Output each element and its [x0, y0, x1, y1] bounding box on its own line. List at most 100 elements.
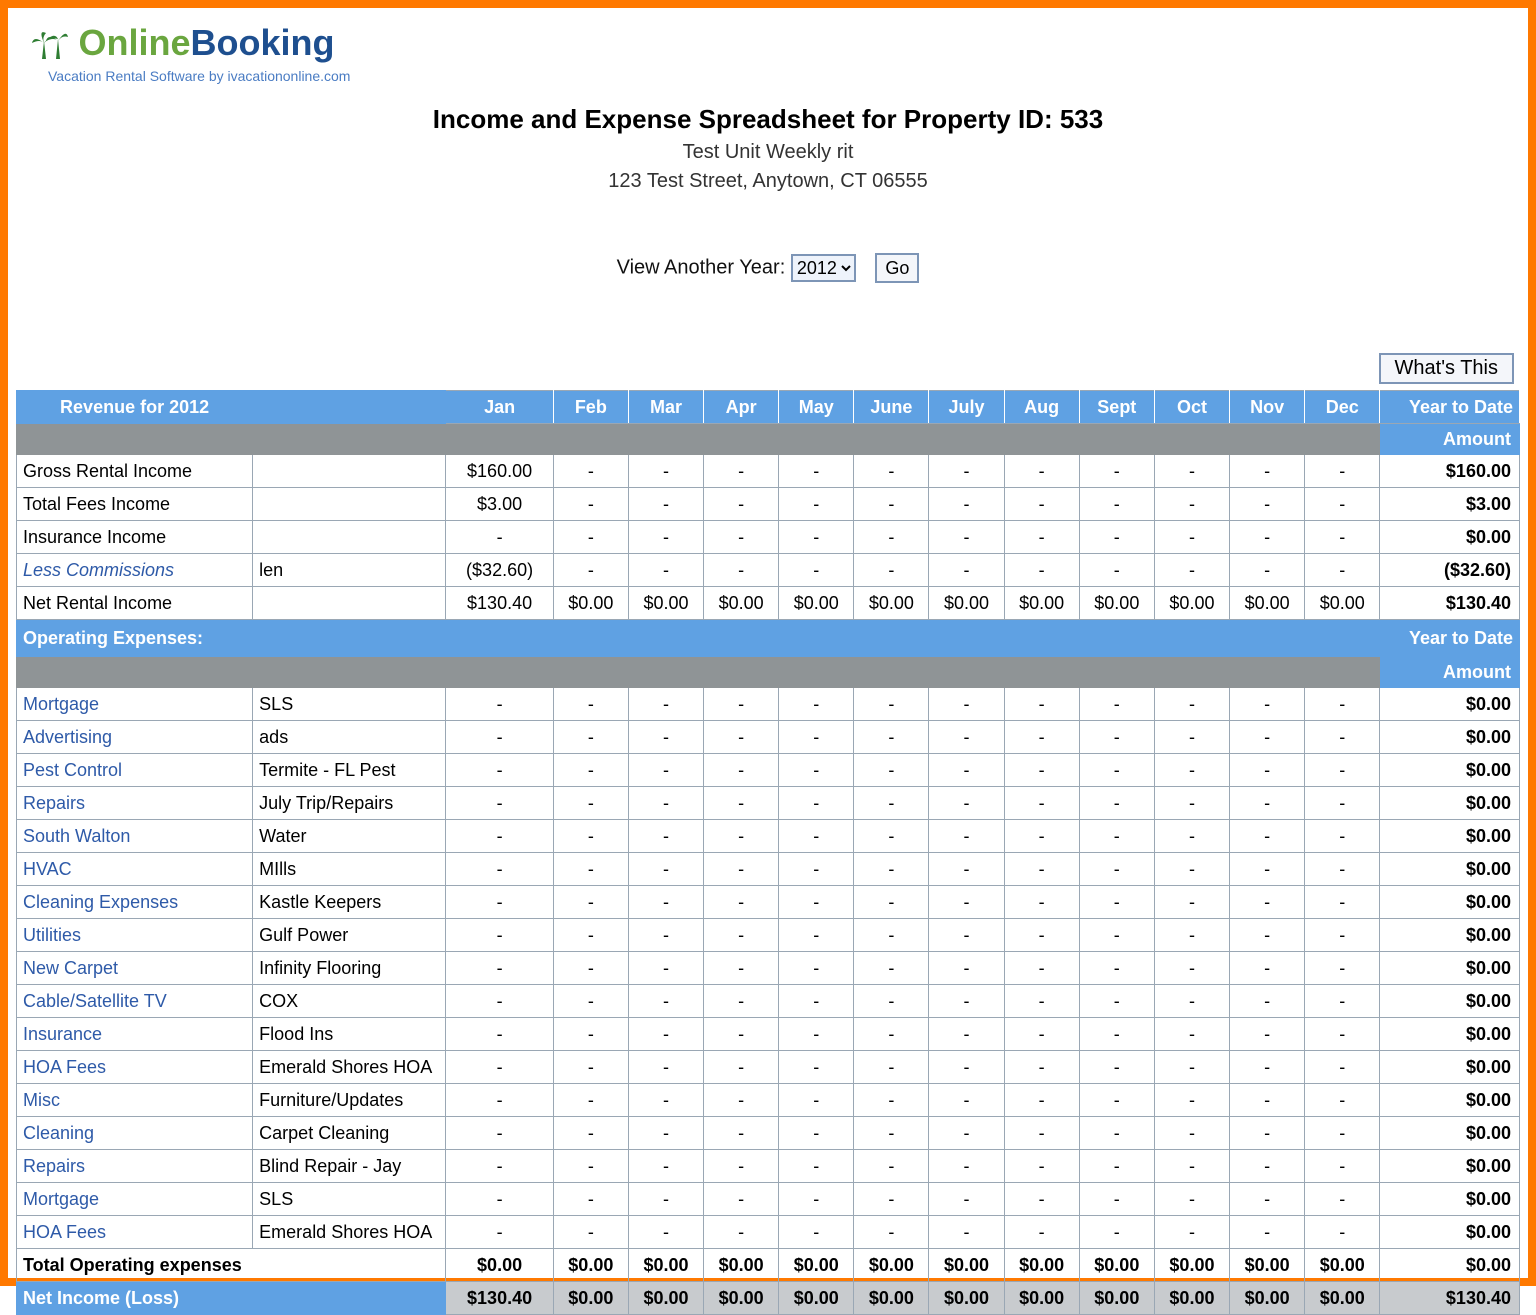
vendor-cell: len: [253, 554, 446, 587]
spacer: [628, 424, 703, 455]
month-header: Feb: [553, 391, 628, 424]
value-cell: -: [1079, 1051, 1154, 1084]
value-cell: -: [854, 1084, 929, 1117]
total-value: $0.00: [1230, 1249, 1305, 1282]
expense-category-link[interactable]: New Carpet: [17, 952, 253, 985]
value-cell: -: [1154, 488, 1229, 521]
value-cell: -: [854, 754, 929, 787]
value-cell: $0.00: [553, 587, 628, 620]
expense-category-link[interactable]: HVAC: [17, 853, 253, 886]
net-value: $0.00: [1154, 1282, 1229, 1315]
expense-category-link[interactable]: Advertising: [17, 721, 253, 754]
whats-this-button[interactable]: What's This: [1379, 353, 1514, 384]
logo: OnlineBooking Vacation Rental Software b…: [30, 22, 1520, 84]
blank: [253, 391, 446, 424]
value-cell: -: [1079, 521, 1154, 554]
value-cell: -: [1079, 952, 1154, 985]
value-cell: -: [704, 688, 779, 721]
value-cell: -: [553, 488, 628, 521]
spacer: [779, 424, 854, 455]
value-cell: -: [779, 952, 854, 985]
value-cell: -: [1154, 1084, 1229, 1117]
ytd-cell: $0.00: [1380, 952, 1520, 985]
value-cell: -: [1230, 820, 1305, 853]
value-cell: -: [704, 1183, 779, 1216]
value-cell: -: [446, 1183, 553, 1216]
vendor-cell: SLS: [253, 688, 446, 721]
value-cell: -: [929, 688, 1004, 721]
value-cell: -: [704, 721, 779, 754]
value-cell: -: [779, 1117, 854, 1150]
value-cell: -: [1305, 455, 1380, 488]
spacer: [553, 424, 628, 455]
value-cell: -: [1154, 1216, 1229, 1249]
value-cell: -: [1230, 886, 1305, 919]
ytd-cell: $0.00: [1380, 985, 1520, 1018]
expense-category-link[interactable]: Repairs: [17, 1150, 253, 1183]
value-cell: -: [553, 787, 628, 820]
value-cell: -: [1004, 1117, 1079, 1150]
logo-text-booking: Booking: [190, 22, 334, 63]
amount-header: Amount: [1380, 424, 1520, 455]
value-cell: -: [1079, 820, 1154, 853]
value-cell: -: [553, 1018, 628, 1051]
year-select[interactable]: 2012: [791, 254, 856, 282]
month-header: July: [929, 391, 1004, 424]
value-cell: -: [779, 853, 854, 886]
value-cell: -: [1230, 1018, 1305, 1051]
expense-category-link[interactable]: Misc: [17, 1084, 253, 1117]
value-cell: -: [1004, 886, 1079, 919]
expense-category-link[interactable]: Pest Control: [17, 754, 253, 787]
value-cell: -: [704, 1117, 779, 1150]
value-cell: -: [553, 1084, 628, 1117]
go-button[interactable]: Go: [875, 253, 919, 283]
value-cell: -: [446, 754, 553, 787]
total-ytd: $0.00: [1380, 1249, 1520, 1282]
ytd-cell: $0.00: [1380, 919, 1520, 952]
spacer: [1154, 657, 1229, 688]
value-cell: -: [446, 1018, 553, 1051]
value-cell: -: [779, 754, 854, 787]
expense-category-link[interactable]: Cleaning Expenses: [17, 886, 253, 919]
value-cell: -: [1305, 721, 1380, 754]
value-cell: -: [1154, 1183, 1229, 1216]
value-cell: -: [929, 721, 1004, 754]
category-cell: Total Fees Income: [17, 488, 253, 521]
value-cell: -: [1230, 721, 1305, 754]
expense-category-link[interactable]: Utilities: [17, 919, 253, 952]
vendor-cell: MIlls: [253, 853, 446, 886]
expense-category-link[interactable]: Mortgage: [17, 1183, 253, 1216]
value-cell: -: [779, 1150, 854, 1183]
value-cell: -: [779, 919, 854, 952]
ytd-cell: $3.00: [1380, 488, 1520, 521]
value-cell: -: [704, 1084, 779, 1117]
expense-category-link[interactable]: Cleaning: [17, 1117, 253, 1150]
value-cell: -: [854, 455, 929, 488]
expense-category-link[interactable]: HOA Fees: [17, 1051, 253, 1084]
expense-category-link[interactable]: Mortgage: [17, 688, 253, 721]
value-cell: -: [1305, 521, 1380, 554]
net-value: $130.40: [446, 1282, 553, 1315]
value-cell: -: [1230, 1051, 1305, 1084]
page-title: Income and Expense Spreadsheet for Prope…: [16, 104, 1520, 135]
expense-category-link[interactable]: Cable/Satellite TV: [17, 985, 253, 1018]
value-cell: -: [628, 554, 703, 587]
expense-category-link[interactable]: Insurance: [17, 1018, 253, 1051]
value-cell: -: [1305, 554, 1380, 587]
value-cell: -: [854, 1117, 929, 1150]
vendor-cell: [253, 455, 446, 488]
value-cell: -: [929, 1183, 1004, 1216]
value-cell: -: [553, 820, 628, 853]
value-cell: -: [1305, 952, 1380, 985]
expense-category-link[interactable]: South Walton: [17, 820, 253, 853]
value-cell: -: [1004, 521, 1079, 554]
value-cell: -: [1230, 688, 1305, 721]
value-cell: -: [854, 919, 929, 952]
expense-category-link[interactable]: Repairs: [17, 787, 253, 820]
value-cell: -: [628, 1051, 703, 1084]
expense-category-link[interactable]: HOA Fees: [17, 1216, 253, 1249]
value-cell: -: [1230, 919, 1305, 952]
value-cell: $160.00: [446, 455, 553, 488]
value-cell: -: [1079, 488, 1154, 521]
value-cell: -: [854, 787, 929, 820]
